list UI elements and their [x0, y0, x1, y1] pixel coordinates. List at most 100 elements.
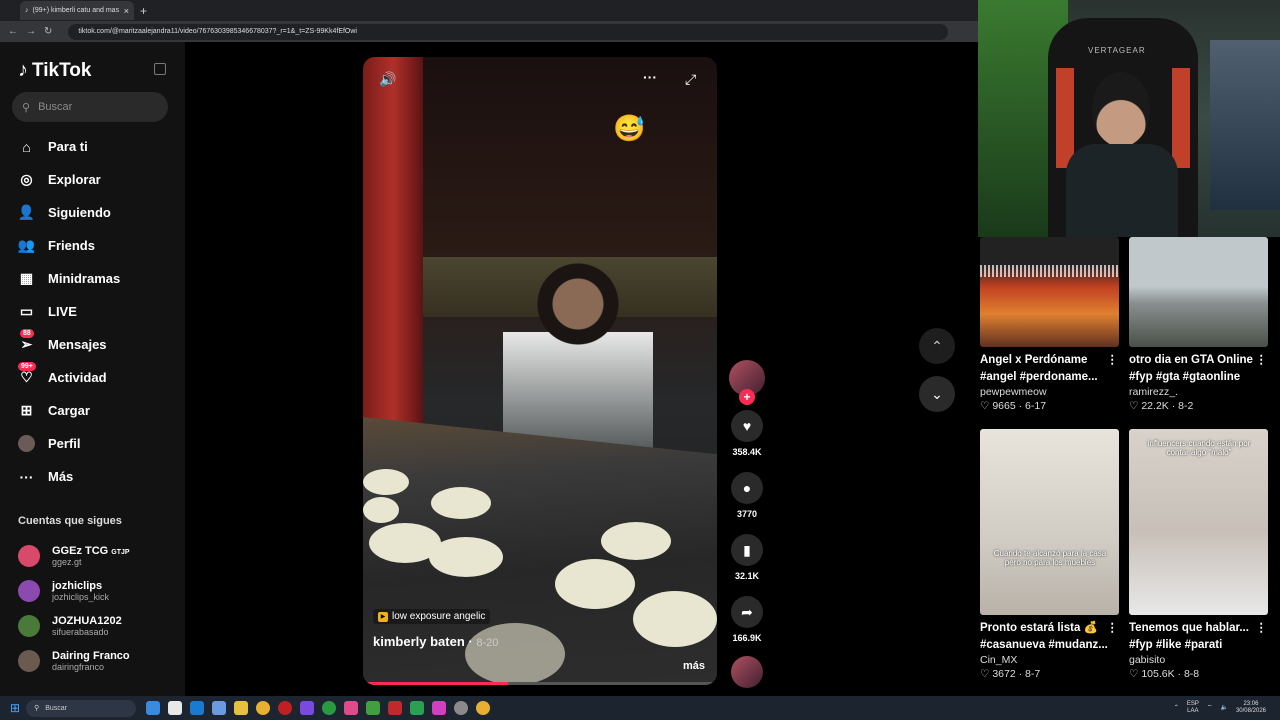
nav-label: Mensajes — [48, 337, 107, 352]
sidebar-item-cargar[interactable]: ⊞ Cargar — [0, 394, 185, 427]
comment-icon[interactable]: ● — [731, 472, 763, 504]
chrome-icon[interactable] — [476, 701, 491, 715]
video-caption-tag[interactable]: ▶ low exposure angelic — [373, 609, 491, 624]
previous-video-button[interactable]: ⌃ — [919, 328, 955, 364]
tortilla — [601, 522, 671, 560]
app-icon[interactable] — [410, 701, 425, 715]
bookmark-icon[interactable]: ▮ — [731, 534, 763, 566]
card-title-line1: otro dia en GTA Online — [1129, 354, 1253, 366]
card-user[interactable]: gabisito — [1129, 654, 1269, 666]
windows-start-icon[interactable]: ⊞ — [10, 701, 20, 715]
taskbar-search[interactable]: ⚲ Buscar — [26, 699, 137, 717]
sidebar-item-actividad[interactable]: ♡ 99+ Actividad — [0, 361, 185, 394]
forward-icon[interactable]: → — [26, 26, 36, 37]
wifi-icon[interactable]: ⌔ — [1207, 705, 1213, 712]
card-title-line1: Tenemos que hablar... — [1129, 622, 1249, 634]
music-disc-avatar[interactable] — [731, 656, 763, 688]
url-field[interactable]: tiktok.com/@maritzaalejandra11/video/767… — [68, 23, 949, 40]
video-thumbnail[interactable] — [1129, 237, 1268, 347]
comment-action[interactable]: ● 3770 — [728, 472, 766, 528]
collapse-sidebar-icon[interactable] — [154, 63, 166, 75]
account-handle: jozhiclips_kick — [52, 591, 110, 602]
sidebar-item-siguiendo[interactable]: 👤 Siguiendo — [0, 196, 185, 229]
language-indicator[interactable]: ESP LAA — [1187, 701, 1199, 715]
following-item[interactable]: GGEz TCG GTJP ggez.gt — [18, 538, 130, 573]
app-icon[interactable] — [146, 701, 161, 715]
video-player[interactable]: 🔊 ··· ⤢ 😅 ▶ low exposure angelic kimberl… — [363, 57, 717, 685]
more-link[interactable]: más — [683, 660, 705, 672]
following-item[interactable]: JOZHUA1202 sifuerabasado — [18, 608, 130, 643]
sidebar-item-mas[interactable]: ··· Más — [0, 460, 185, 493]
new-tab-icon[interactable]: + — [140, 4, 147, 18]
recommended-card[interactable]: Angel x Perdóname ⋮ #angel #perdoname... … — [980, 237, 1120, 412]
app-icon[interactable] — [212, 701, 227, 715]
next-video-button[interactable]: ⌄ — [919, 376, 955, 412]
tiktok-logo[interactable]: ♪ TikTok — [18, 59, 91, 82]
more-options-icon[interactable]: ··· — [643, 69, 657, 85]
sidebar-item-friends[interactable]: 👥 Friends — [0, 229, 185, 262]
sidebar-item-live[interactable]: ▭ LIVE — [0, 295, 185, 328]
fullscreen-icon[interactable]: ⤢ — [685, 71, 696, 88]
following-item[interactable]: jozhiclips jozhiclips_kick — [18, 573, 130, 608]
friends-icon: 👥 — [17, 237, 36, 253]
app-icon[interactable] — [432, 701, 447, 715]
app-icon[interactable] — [300, 701, 315, 715]
heart-icon[interactable]: ♥ — [731, 410, 763, 442]
nav-label: LIVE — [48, 304, 77, 319]
recommended-card[interactable]: Cuando te alcanzó para la casa pero no p… — [980, 429, 1120, 680]
author-name: kimberly baten — [373, 634, 465, 649]
sidebar-item-para-ti[interactable]: ⌂ Para ti — [0, 130, 185, 163]
volume-icon[interactable]: 🔊 — [379, 71, 396, 88]
more-icon: ··· — [19, 468, 34, 485]
app-icon[interactable] — [454, 701, 469, 715]
account-tag: GTJP — [111, 548, 130, 556]
more-vertical-icon[interactable]: ⋮ — [1256, 620, 1268, 637]
recommended-card[interactable]: influencers cuando están por contar algo… — [1129, 429, 1269, 680]
chrome-icon[interactable] — [256, 701, 271, 715]
card-user[interactable]: pewpewmeow — [980, 386, 1120, 398]
like-action[interactable]: ♥ 358.4K — [728, 410, 766, 466]
close-tab-icon[interactable]: × — [124, 6, 129, 16]
share-action[interactable]: ➦ 166.9K — [728, 596, 766, 652]
creator-avatar[interactable]: + — [729, 360, 765, 405]
more-vertical-icon[interactable]: ⋮ — [1107, 352, 1119, 369]
video-thumbnail[interactable] — [980, 237, 1119, 347]
more-vertical-icon[interactable]: ⋮ — [1256, 352, 1268, 369]
app-icon[interactable] — [278, 701, 293, 715]
back-icon[interactable]: ← — [8, 26, 18, 37]
app-icon[interactable] — [344, 701, 359, 715]
streamer-body — [1066, 144, 1178, 237]
card-date: 8-8 — [1183, 668, 1200, 680]
video-progress-bar[interactable] — [363, 682, 717, 685]
nav-label: Friends — [48, 238, 95, 253]
app-icon[interactable] — [168, 701, 183, 715]
speaker-icon[interactable]: 🔈 — [1220, 705, 1227, 712]
app-icon[interactable] — [234, 701, 249, 715]
video-thumbnail[interactable]: Cuando te alcanzó para la casa pero no p… — [980, 429, 1119, 615]
card-user[interactable]: ramirezz_. — [1129, 386, 1269, 398]
clock[interactable]: 23:06 30/08/2026 — [1236, 701, 1266, 715]
sidebar-item-perfil[interactable]: Perfil — [0, 427, 185, 460]
sidebar-item-minidramas[interactable]: ▦ Minidramas — [0, 262, 185, 295]
more-vertical-icon[interactable]: ⋮ — [1107, 620, 1119, 637]
card-user[interactable]: Cin_MX — [980, 654, 1120, 666]
chevron-up-icon[interactable]: ⌃ — [1174, 705, 1179, 712]
app-icon[interactable] — [190, 701, 205, 715]
app-icon[interactable] — [388, 701, 403, 715]
clock-date: 30/08/2026 — [1235, 708, 1266, 714]
sidebar-item-mensajes[interactable]: ➢ 88 Mensajes — [0, 328, 185, 361]
share-icon[interactable]: ➦ — [731, 596, 763, 628]
bookmark-action[interactable]: ▮ 32.1K — [728, 534, 766, 590]
xbox-icon[interactable] — [322, 701, 337, 715]
search-input[interactable]: ⚲ Buscar — [12, 92, 168, 122]
video-thumbnail[interactable]: influencers cuando están por contar algo… — [1129, 429, 1268, 615]
recommended-card[interactable]: otro dia en GTA Online ⋮ #fyp #gta #gtaon… — [1129, 237, 1269, 412]
nav-label: Para ti — [48, 139, 88, 154]
follow-plus-icon[interactable]: + — [739, 389, 755, 405]
app-icon[interactable] — [366, 701, 381, 715]
reload-icon[interactable]: ↻ — [44, 26, 52, 37]
browser-tab[interactable]: ♪ (99+) kimberli catu and mas × — [20, 1, 134, 20]
following-item[interactable]: Dairing Franco dairingfranco — [18, 643, 130, 678]
video-author[interactable]: kimberly baten · 8-20 — [373, 634, 498, 649]
sidebar-item-explorar[interactable]: ◎ Explorar — [0, 163, 185, 196]
